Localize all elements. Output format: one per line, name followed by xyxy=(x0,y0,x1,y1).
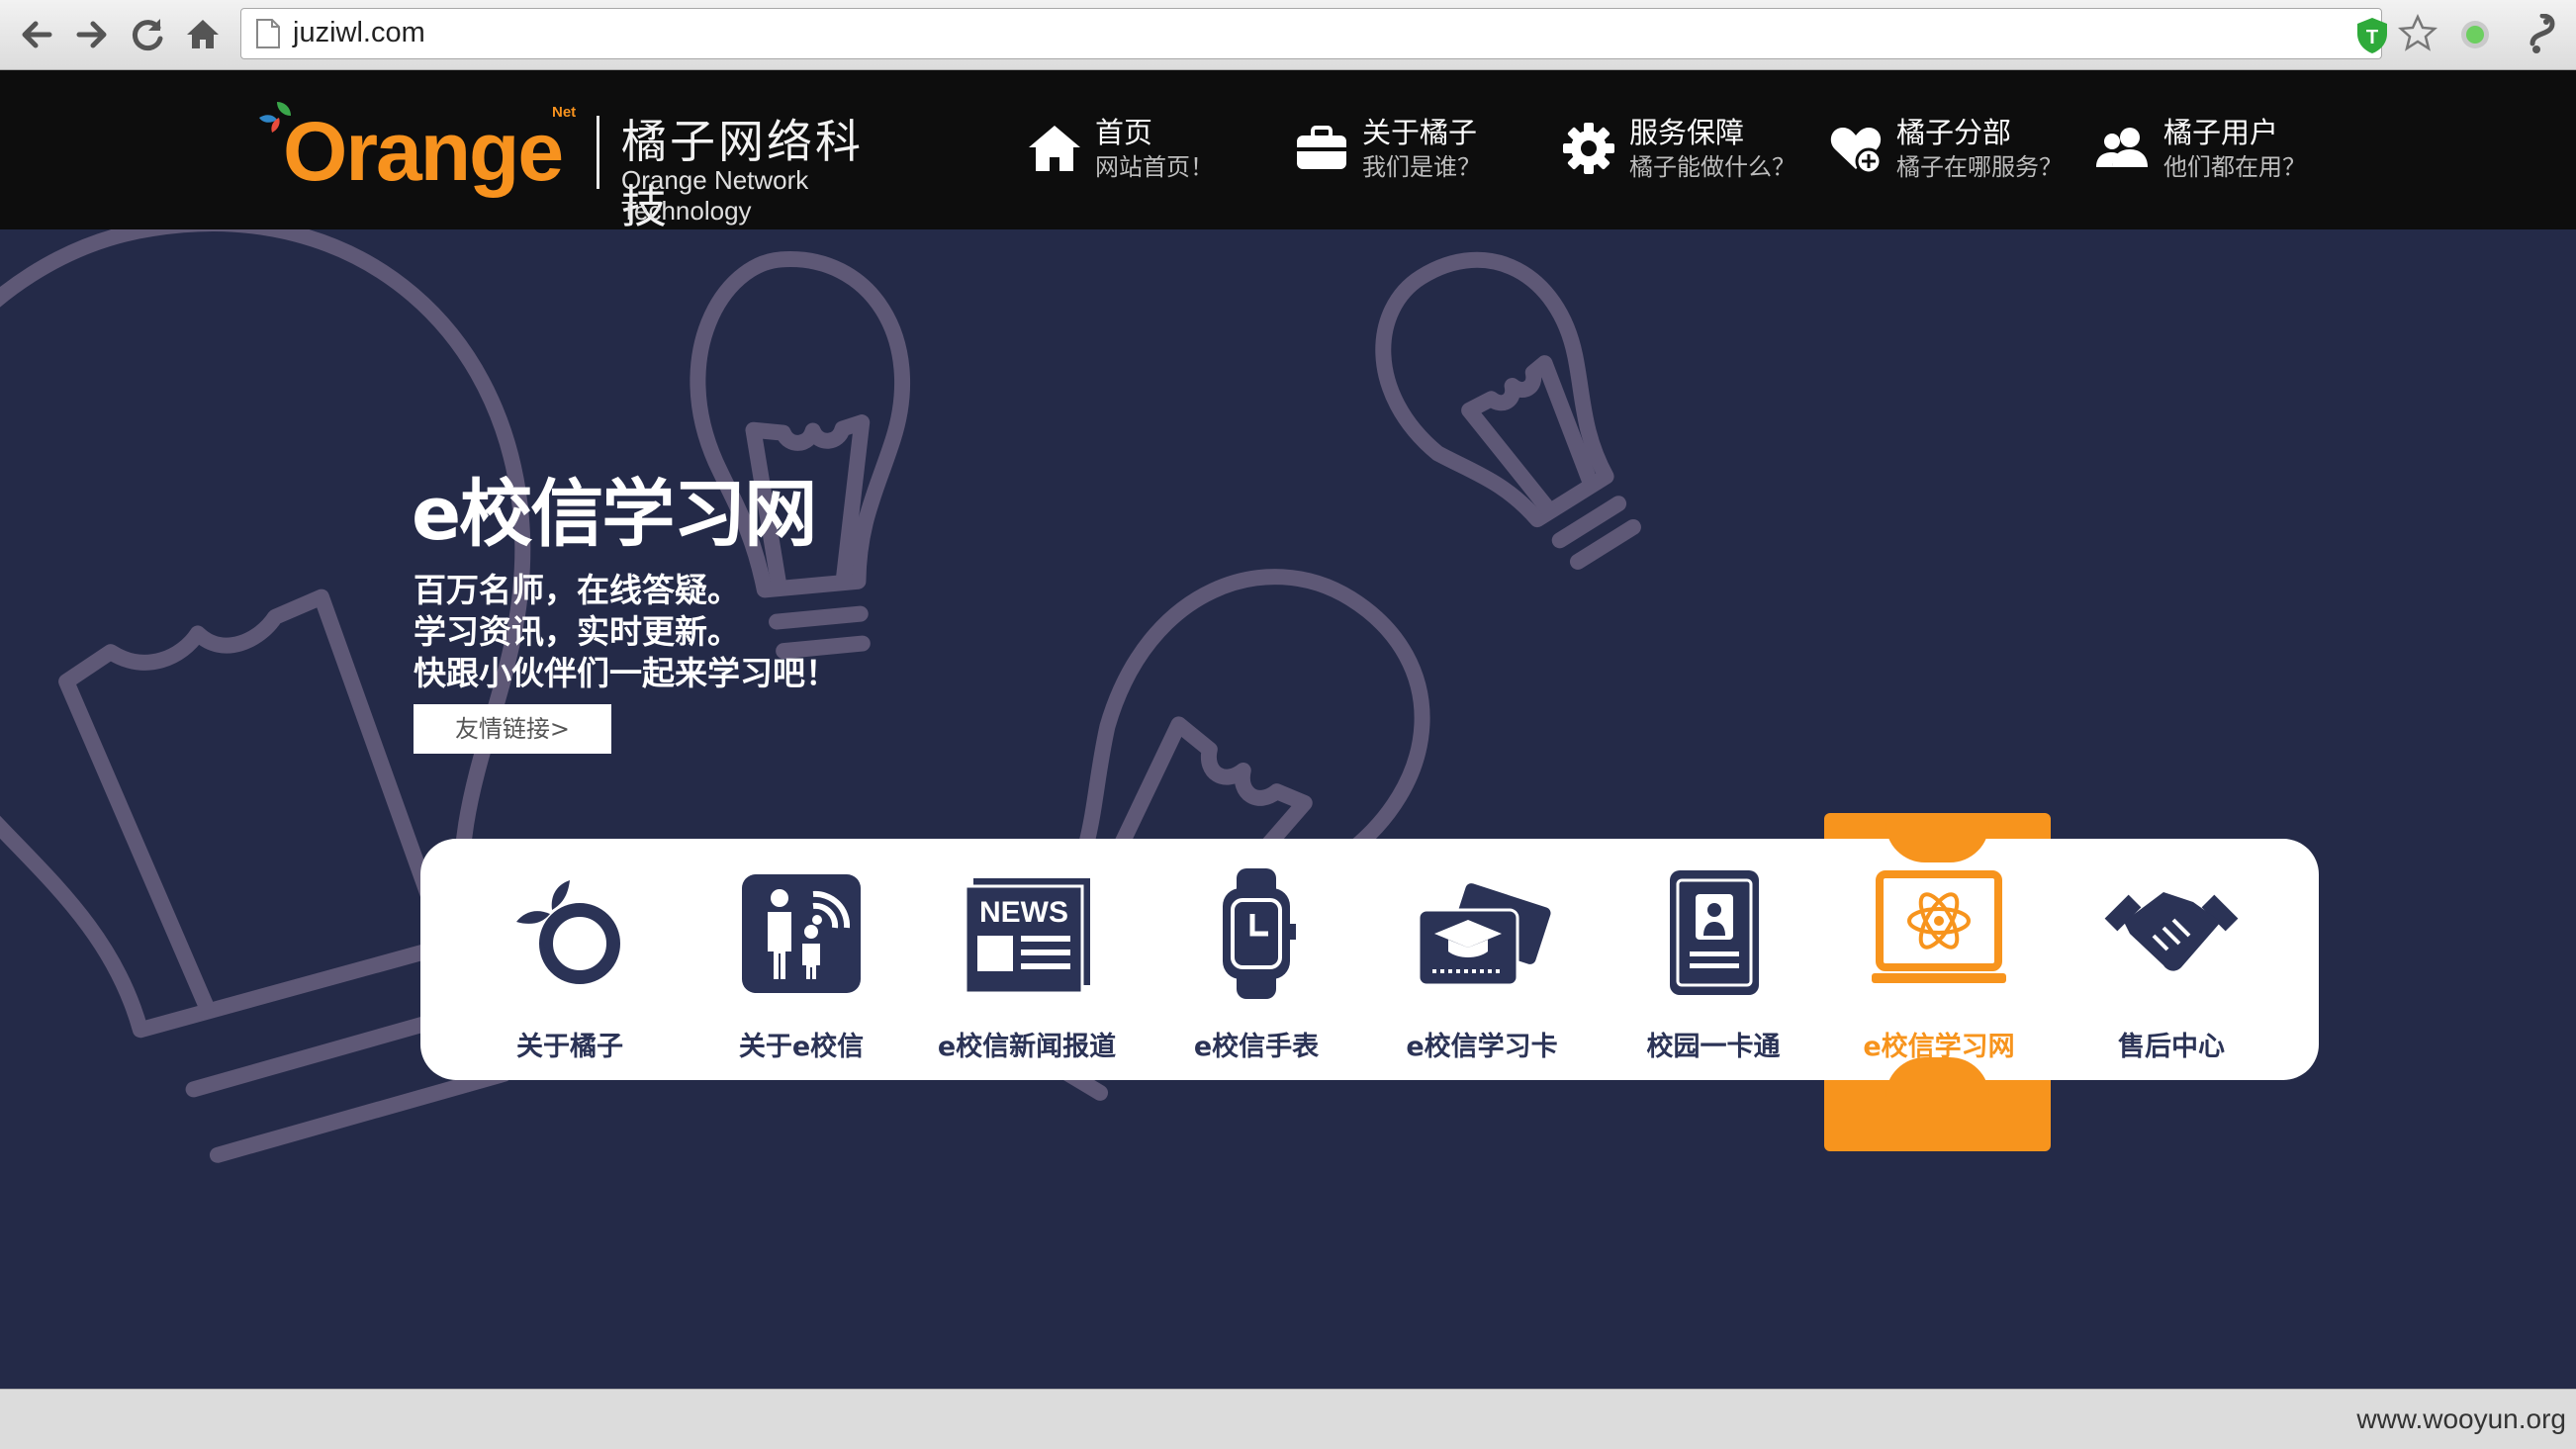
product-watch[interactable]: e校信手表 xyxy=(1148,851,1365,1078)
nav-subtitle: 橘子能做什么？ xyxy=(1629,153,1795,181)
product-learning-network[interactable]: e校信学习网 xyxy=(1830,851,2048,1078)
hero-tagline-3: 快跟小伙伴们一起来学习吧！ xyxy=(414,654,838,692)
heart-plus-icon xyxy=(1830,128,1883,175)
nav-subtitle: 网站首页！ xyxy=(1095,153,1214,181)
campus-card-icon xyxy=(1670,870,1759,995)
logo-divider xyxy=(597,116,599,189)
users-icon xyxy=(2096,128,2148,167)
logo-net-badge: Net xyxy=(552,104,577,121)
nav-title: 橘子用户 xyxy=(2163,116,2279,149)
logo[interactable]: Orange Net 橘子网络科技 Orange Network Technol… xyxy=(255,94,908,233)
nav-title: 关于橘子 xyxy=(1362,116,1478,149)
site-header: Orange Net 橘子网络科技 Orange Network Technol… xyxy=(0,70,2576,233)
handshake-icon xyxy=(2104,892,2239,971)
lightbulb-background-illustration xyxy=(0,229,1641,1163)
home-icon[interactable] xyxy=(180,12,226,57)
parent-child-icon xyxy=(742,874,861,993)
back-arrow-icon[interactable] xyxy=(14,12,59,57)
study-card-icon xyxy=(1417,883,1551,987)
nav-title: 橘子分部 xyxy=(1896,116,2012,149)
svg-text:T: T xyxy=(2366,27,2378,48)
news-icon: NEWS xyxy=(964,878,1090,995)
extension-menu-icon[interactable] xyxy=(2525,14,2560,55)
hero-banner: e校信学习网 百万名师，在线答疑。 学习资讯，实时更新。 快跟小伙伴们一起来学习… xyxy=(0,229,2576,1389)
logo-wordmark: Orange xyxy=(283,105,564,198)
product-label: e校信新闻报道 xyxy=(937,1032,1117,1062)
product-after-sales[interactable]: 售后中心 xyxy=(2063,851,2280,1078)
url-text[interactable]: juziwl.com xyxy=(293,17,425,49)
home-icon xyxy=(1029,126,1080,171)
svg-text:NEWS: NEWS xyxy=(979,896,1068,929)
product-label: 校园一卡通 xyxy=(1646,1032,1781,1062)
logo-english-name: Orange Network Technology xyxy=(621,165,809,226)
product-label: e校信手表 xyxy=(1193,1032,1320,1062)
product-label: e校信学习卡 xyxy=(1406,1032,1558,1062)
product-campus-card[interactable]: 校园一卡通 xyxy=(1605,851,1822,1078)
nav-subtitle: 我们是谁？ xyxy=(1362,153,1481,181)
product-about-orange[interactable]: 关于橘子 xyxy=(461,851,679,1078)
learning-network-icon xyxy=(1872,870,2006,983)
watch-icon xyxy=(1223,868,1296,999)
bookmark-star-icon[interactable] xyxy=(2398,14,2438,53)
friend-links-button[interactable]: 友情链接> xyxy=(414,704,611,754)
shield-extension-icon[interactable]: T xyxy=(2354,16,2390,55)
product-label: 关于e校信 xyxy=(738,1032,865,1062)
watermark-text: www.wooyun.org xyxy=(2356,1404,2566,1434)
gear-icon xyxy=(1563,123,1614,174)
product-label: 售后中心 xyxy=(2118,1032,2225,1062)
briefcase-icon xyxy=(1297,126,1346,169)
product-label: e校信学习网 xyxy=(1863,1032,2015,1062)
nav-subtitle: 他们都在用？ xyxy=(2163,153,2306,181)
product-label: 关于橘子 xyxy=(516,1032,623,1062)
hero-tagline-1: 百万名师，在线答疑。 xyxy=(414,571,740,609)
page-icon xyxy=(256,19,280,48)
browser-toolbar: juziwl.com T xyxy=(0,0,2576,70)
orange-icon xyxy=(516,880,620,984)
extension-dot-icon[interactable] xyxy=(2459,19,2491,50)
nav-subtitle: 橘子在哪服务？ xyxy=(1896,153,2063,181)
product-news[interactable]: NEWS e校信新闻报道 xyxy=(918,851,1136,1078)
forward-arrow-icon[interactable] xyxy=(69,12,115,57)
nav-title: 首页 xyxy=(1095,116,1153,149)
status-bar: www.wooyun.org xyxy=(0,1389,2576,1449)
hero-title: e校信学习网 xyxy=(412,472,817,557)
hero-tagline-2: 学习资讯，实时更新。 xyxy=(414,612,740,651)
product-about-exiaoxin[interactable]: 关于e校信 xyxy=(692,851,910,1078)
reload-icon[interactable] xyxy=(125,12,170,57)
product-study-card[interactable]: e校信学习卡 xyxy=(1373,851,1591,1078)
nav-title: 服务保障 xyxy=(1629,116,1745,149)
address-bar[interactable]: juziwl.com xyxy=(240,8,2382,59)
